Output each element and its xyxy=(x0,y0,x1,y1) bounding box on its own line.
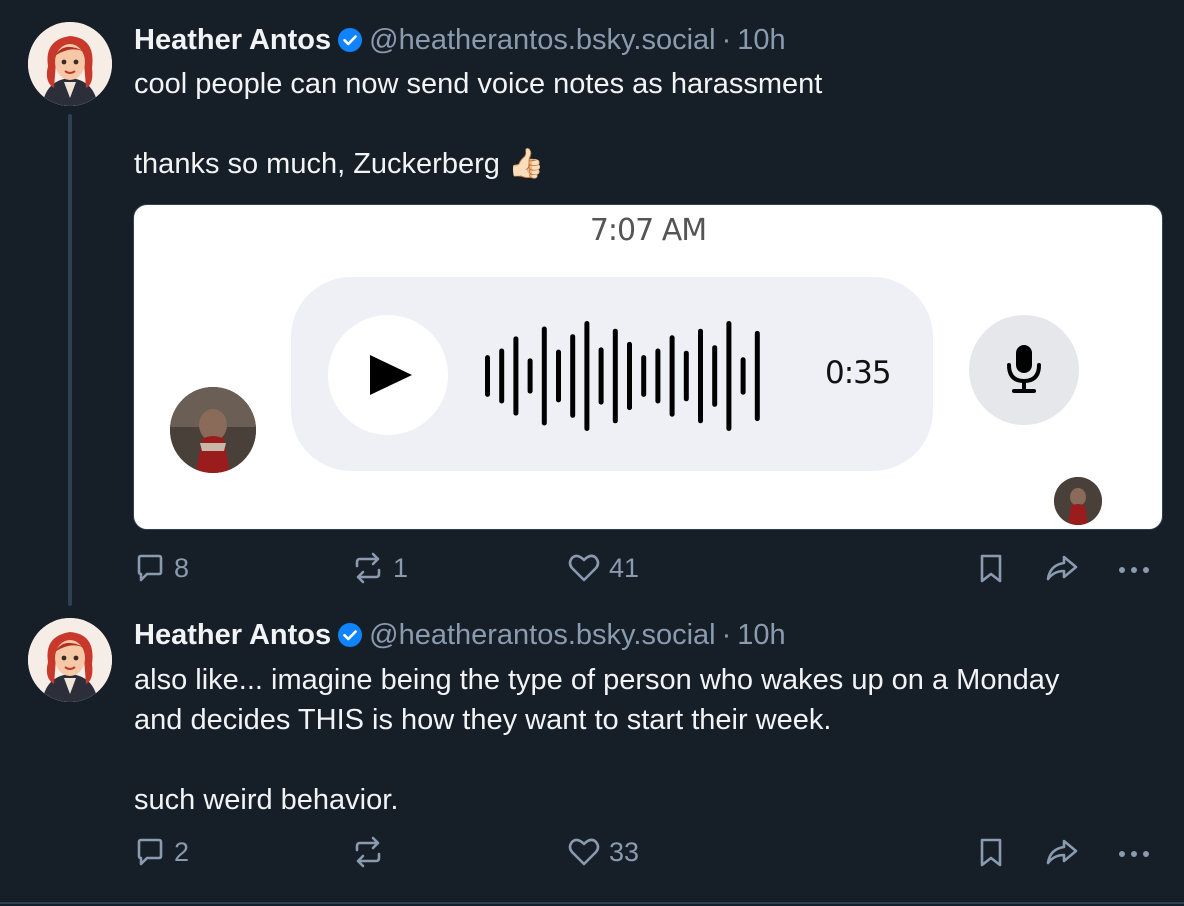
waveform-bar xyxy=(556,349,561,403)
reply-button[interactable]: 8 xyxy=(134,552,189,584)
like-count: 41 xyxy=(609,552,640,583)
reply-icon xyxy=(134,836,166,868)
microphone-icon xyxy=(1004,343,1044,400)
voice-duration: 0:35 xyxy=(825,355,892,391)
voice-message-bubble: 0:35 xyxy=(291,277,933,471)
verified-badge-icon xyxy=(337,622,363,648)
heart-icon xyxy=(567,552,601,584)
waveform-bar xyxy=(627,341,632,411)
post-image[interactable]: 7:07 AM 0:35 xyxy=(133,204,1163,530)
post-actions: 2 33 xyxy=(0,836,1184,876)
waveform-bar xyxy=(527,358,533,394)
waveform-bar xyxy=(712,345,718,407)
heart-icon xyxy=(567,836,601,868)
post-2[interactable]: Heather Antos @heatherantos.bsky.social … xyxy=(0,606,1184,902)
repost-button[interactable] xyxy=(351,836,393,868)
microphone-button[interactable] xyxy=(969,315,1079,425)
repost-icon xyxy=(351,836,385,868)
feed-divider xyxy=(0,902,1184,904)
post-header: Heather Antos @heatherantos.bsky.social … xyxy=(134,617,786,653)
author-name[interactable]: Heather Antos xyxy=(134,619,331,652)
author-avatar[interactable] xyxy=(28,22,112,106)
post-text: also like... imagine being the type of p… xyxy=(134,664,1060,816)
separator-dot: · xyxy=(721,23,732,56)
bookmark-icon xyxy=(976,836,1006,868)
verified-badge-icon xyxy=(337,27,363,53)
bookmark-icon xyxy=(976,552,1006,584)
post-timestamp[interactable]: 10h xyxy=(737,619,785,652)
separator-dot: · xyxy=(721,618,732,651)
share-icon xyxy=(1044,552,1080,584)
waveform-bar xyxy=(598,347,604,405)
play-icon xyxy=(368,353,414,402)
reply-count: 2 xyxy=(174,836,190,867)
post-timestamp[interactable]: 10h xyxy=(737,24,785,57)
more-options-button[interactable] xyxy=(1116,552,1152,584)
waveform-bar xyxy=(698,328,703,424)
like-button[interactable]: 33 xyxy=(567,836,639,868)
bookmark-button[interactable] xyxy=(976,836,1006,868)
like-count: 33 xyxy=(609,836,640,867)
like-button[interactable]: 41 xyxy=(567,552,639,584)
author-name[interactable]: Heather Antos xyxy=(134,24,331,57)
waveform-bar xyxy=(485,355,490,397)
more-options-button[interactable] xyxy=(1116,836,1152,868)
share-icon xyxy=(1044,836,1080,868)
author-handle[interactable]: @heatherantos.bsky.social xyxy=(369,619,715,652)
waveform-bar xyxy=(655,348,661,404)
waveform-bar xyxy=(570,334,576,418)
waveform-bar xyxy=(754,330,760,422)
reply-count: 8 xyxy=(174,552,190,583)
waveform-bar xyxy=(641,355,647,397)
author-handle[interactable]: @heatherantos.bsky.social xyxy=(369,24,715,57)
repost-button[interactable]: 1 xyxy=(351,552,408,584)
waveform-bar xyxy=(612,328,618,424)
more-dots-icon xyxy=(1116,836,1152,868)
waveform-bar xyxy=(669,335,675,417)
post-text: cool people can now send voice notes as … xyxy=(134,68,823,180)
repost-count: 1 xyxy=(393,552,409,583)
voice-message-timestamp: 7:07 AM xyxy=(589,213,707,248)
reply-icon xyxy=(134,552,166,584)
waveform-bar xyxy=(541,326,547,426)
waveform-bar xyxy=(683,350,689,402)
waveform-bar xyxy=(584,321,590,431)
share-button[interactable] xyxy=(1044,836,1080,868)
post-header: Heather Antos @heatherantos.bsky.social … xyxy=(134,22,786,58)
author-avatar[interactable] xyxy=(28,618,112,702)
reply-button[interactable]: 2 xyxy=(134,836,189,868)
recipient-avatar xyxy=(1054,477,1102,525)
waveform-bar xyxy=(499,348,505,404)
bookmark-button[interactable] xyxy=(976,552,1006,584)
voice-waveform xyxy=(485,321,760,431)
sender-avatar xyxy=(170,387,256,473)
more-dots-icon xyxy=(1116,552,1152,584)
post-1[interactable]: Heather Antos @heatherantos.bsky.social … xyxy=(0,0,1184,606)
waveform-bar xyxy=(513,336,519,416)
share-button[interactable] xyxy=(1044,552,1080,584)
post-actions: 8 1 41 xyxy=(0,552,1184,592)
waveform-bar xyxy=(740,357,746,395)
waveform-bar xyxy=(726,321,732,431)
voice-play-button[interactable] xyxy=(328,315,448,435)
repost-icon xyxy=(351,552,385,584)
